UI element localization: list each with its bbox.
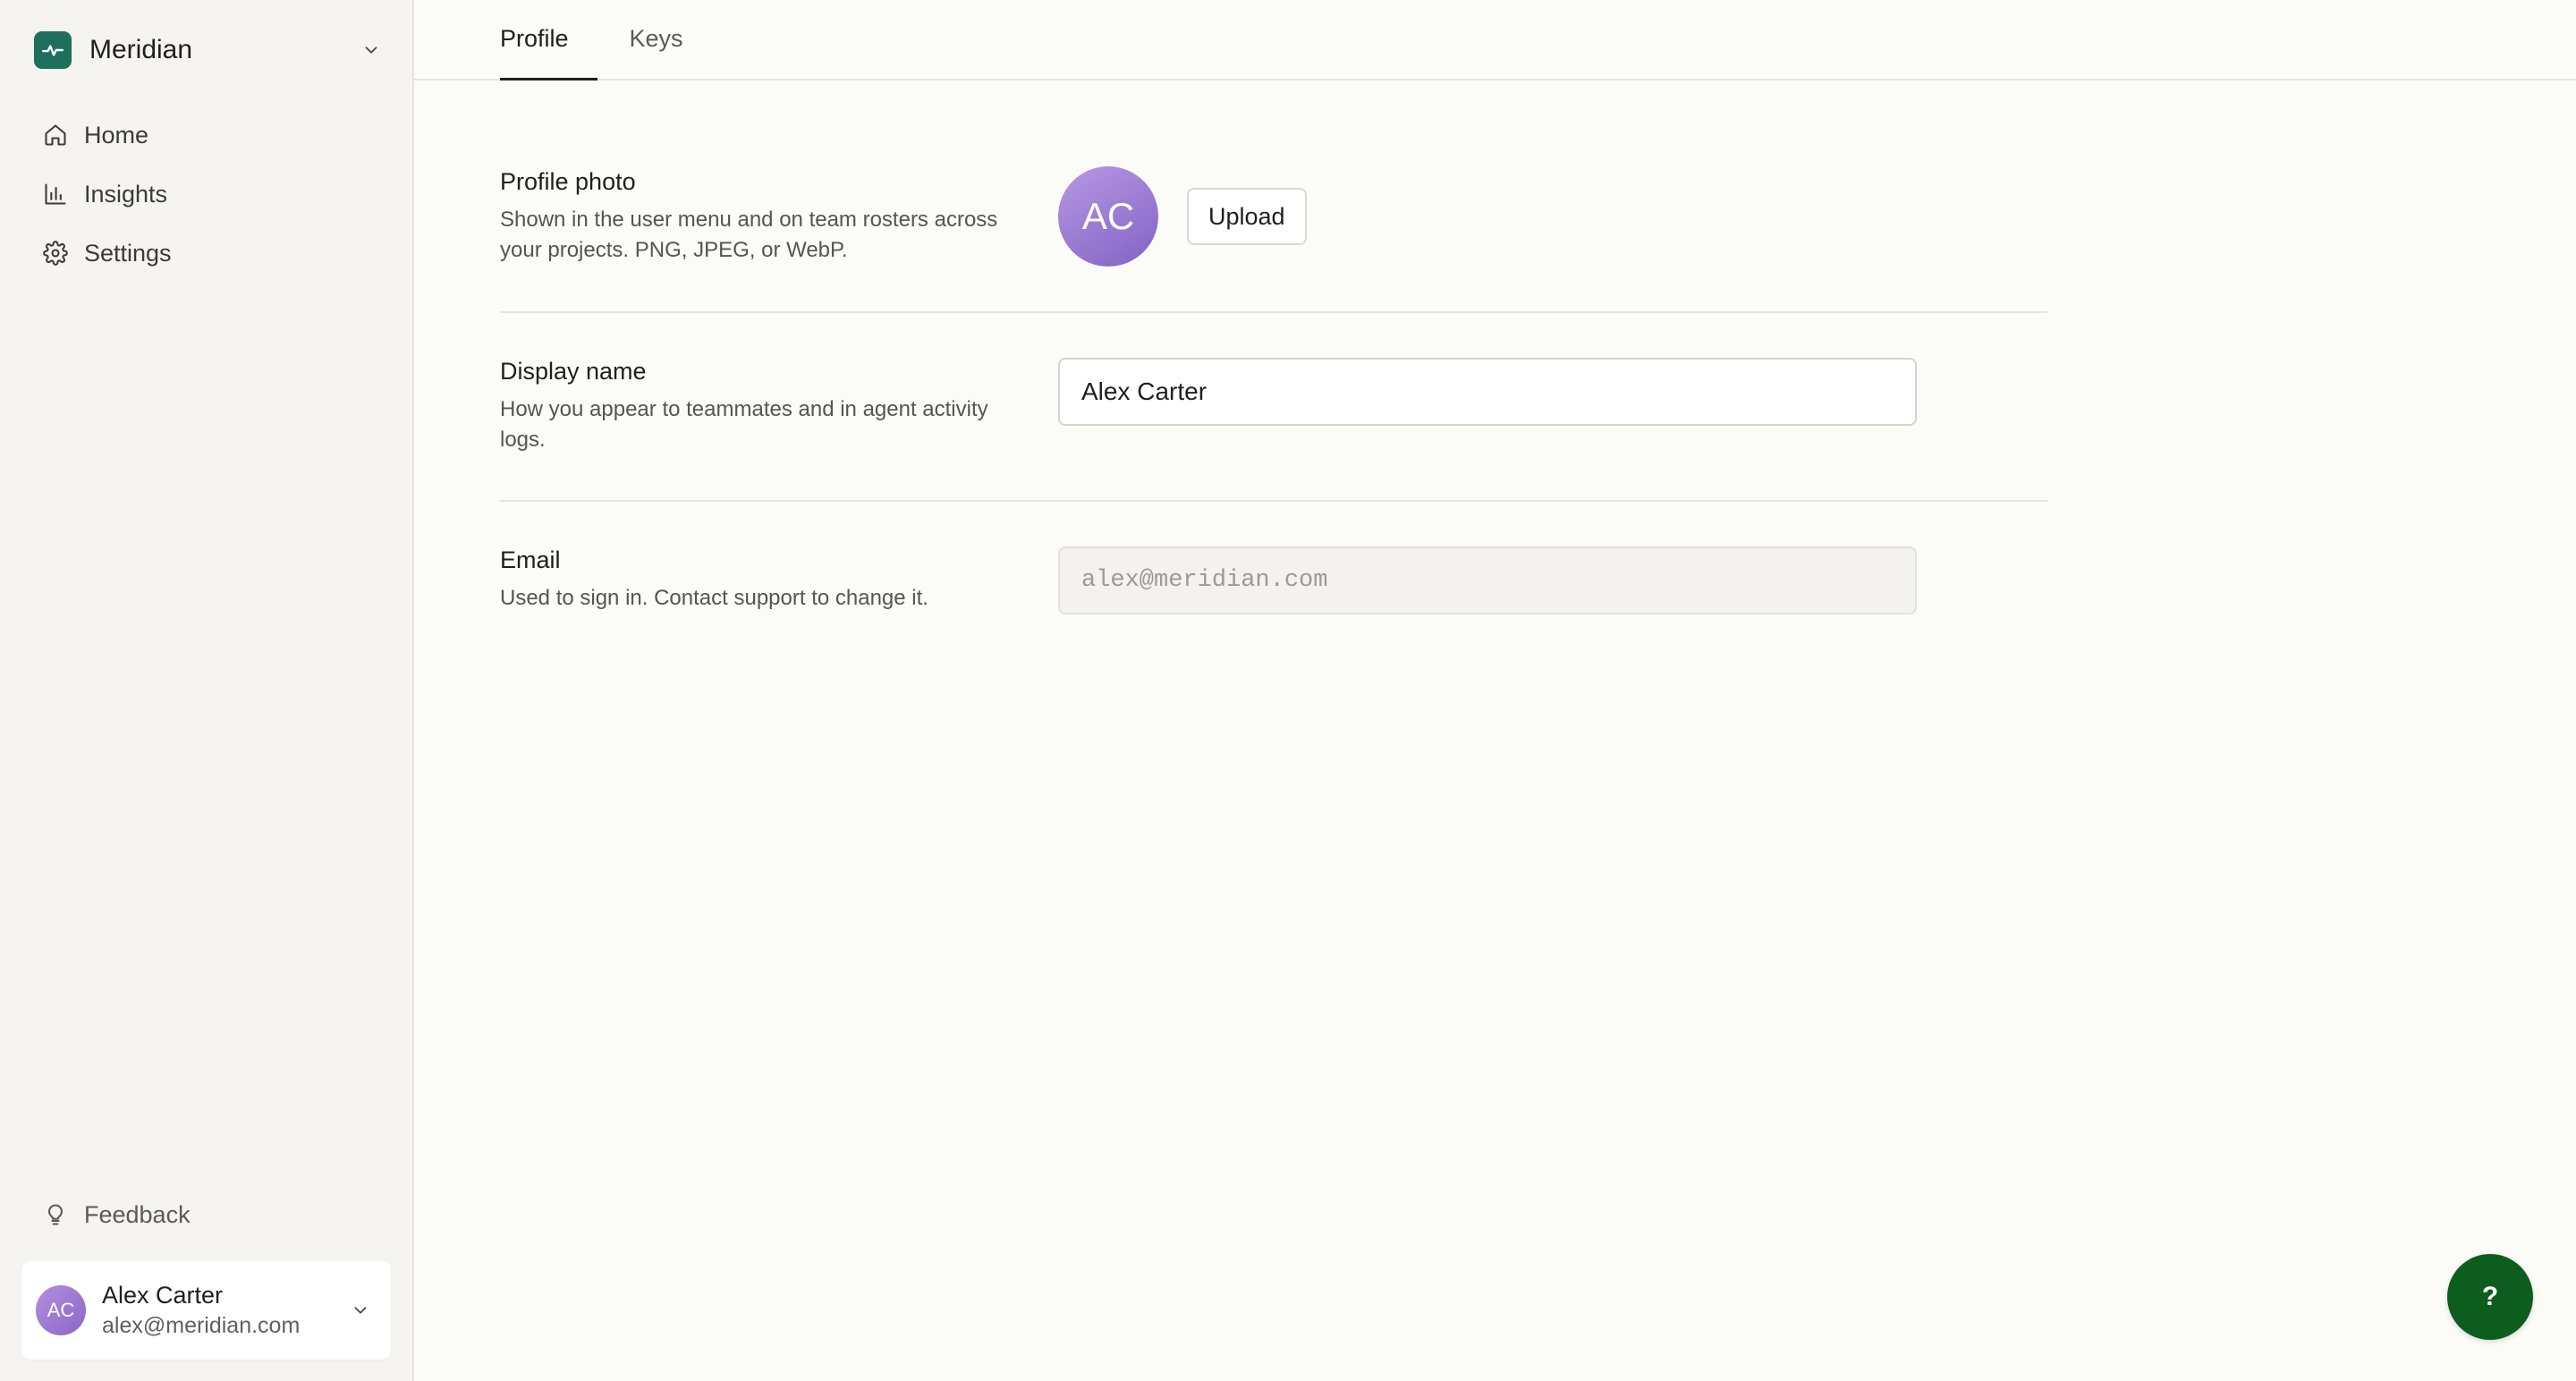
feedback-label: Feedback bbox=[84, 1200, 191, 1228]
avatar: AC bbox=[36, 1285, 86, 1335]
display-name-section: Display name How you appear to teammates… bbox=[500, 358, 2047, 502]
email-field bbox=[1058, 546, 1917, 614]
section-text: Display name How you appear to teammates… bbox=[500, 358, 1058, 455]
workspace-logo-icon bbox=[34, 31, 72, 69]
user-info: Alex Carter alex@meridian.com bbox=[102, 1282, 346, 1339]
sidebar-footer: Feedback AC Alex Carter alex@meridian.co… bbox=[0, 1190, 412, 1381]
email-section: Email Used to sign in. Contact support t… bbox=[500, 546, 2047, 659]
avatar: AC bbox=[1058, 166, 1158, 267]
section-title: Email bbox=[500, 546, 561, 573]
section-title: Display name bbox=[500, 358, 647, 385]
section-text: Email Used to sign in. Contact support t… bbox=[500, 546, 1058, 614]
app-shell: Meridian Home Insights Settings Feedback… bbox=[0, 0, 2576, 1381]
lightbulb-icon bbox=[41, 1200, 70, 1229]
tab-bar: Profile Keys bbox=[414, 0, 2576, 80]
chevron-down-icon bbox=[357, 36, 386, 64]
sidebar-item-settings[interactable]: Settings bbox=[21, 227, 391, 279]
sidebar-item-label: Settings bbox=[84, 239, 172, 267]
feedback-link[interactable]: Feedback bbox=[21, 1190, 391, 1240]
display-name-input[interactable] bbox=[1058, 358, 1917, 426]
bar-chart-icon bbox=[41, 180, 70, 208]
workspace-name: Meridian bbox=[89, 35, 193, 64]
help-button[interactable]: ? bbox=[2447, 1254, 2533, 1340]
section-text: Profile photo Shown in the user menu and… bbox=[500, 168, 1058, 266]
sidebar-item-label: Home bbox=[84, 121, 149, 148]
sidebar-item-home[interactable]: Home bbox=[21, 109, 391, 161]
sidebar-nav: Home Insights Settings bbox=[0, 102, 412, 279]
profile-settings: Profile photo Shown in the user menu and… bbox=[414, 80, 2546, 659]
tab-keys[interactable]: Keys bbox=[630, 0, 683, 79]
section-title: Profile photo bbox=[500, 167, 636, 195]
tab-profile[interactable]: Profile bbox=[500, 0, 597, 80]
home-icon bbox=[41, 121, 70, 149]
profile-photo-section: Profile photo Shown in the user menu and… bbox=[500, 166, 2047, 313]
sidebar-item-insights[interactable]: Insights bbox=[21, 168, 391, 220]
sidebar: Meridian Home Insights Settings Feedback… bbox=[0, 0, 414, 1381]
section-description: Used to sign in. Contact support to chan… bbox=[500, 586, 928, 610]
user-menu[interactable]: AC Alex Carter alex@meridian.com bbox=[21, 1261, 391, 1360]
section-description: Shown in the user menu and on team roste… bbox=[500, 207, 998, 262]
user-name: Alex Carter bbox=[102, 1282, 224, 1309]
sidebar-item-label: Insights bbox=[84, 180, 168, 208]
chevron-down-icon bbox=[346, 1296, 375, 1325]
main-panel: Profile Keys Profile photo Shown in the … bbox=[414, 0, 2576, 1381]
upload-button[interactable]: Upload bbox=[1187, 188, 1307, 245]
section-description: How you appear to teammates and in agent… bbox=[500, 397, 988, 452]
user-email: alex@meridian.com bbox=[102, 1313, 301, 1338]
photo-controls: AC Upload bbox=[1058, 166, 1307, 267]
workspace-switcher[interactable]: Meridian bbox=[34, 25, 387, 75]
gear-icon bbox=[41, 239, 70, 267]
